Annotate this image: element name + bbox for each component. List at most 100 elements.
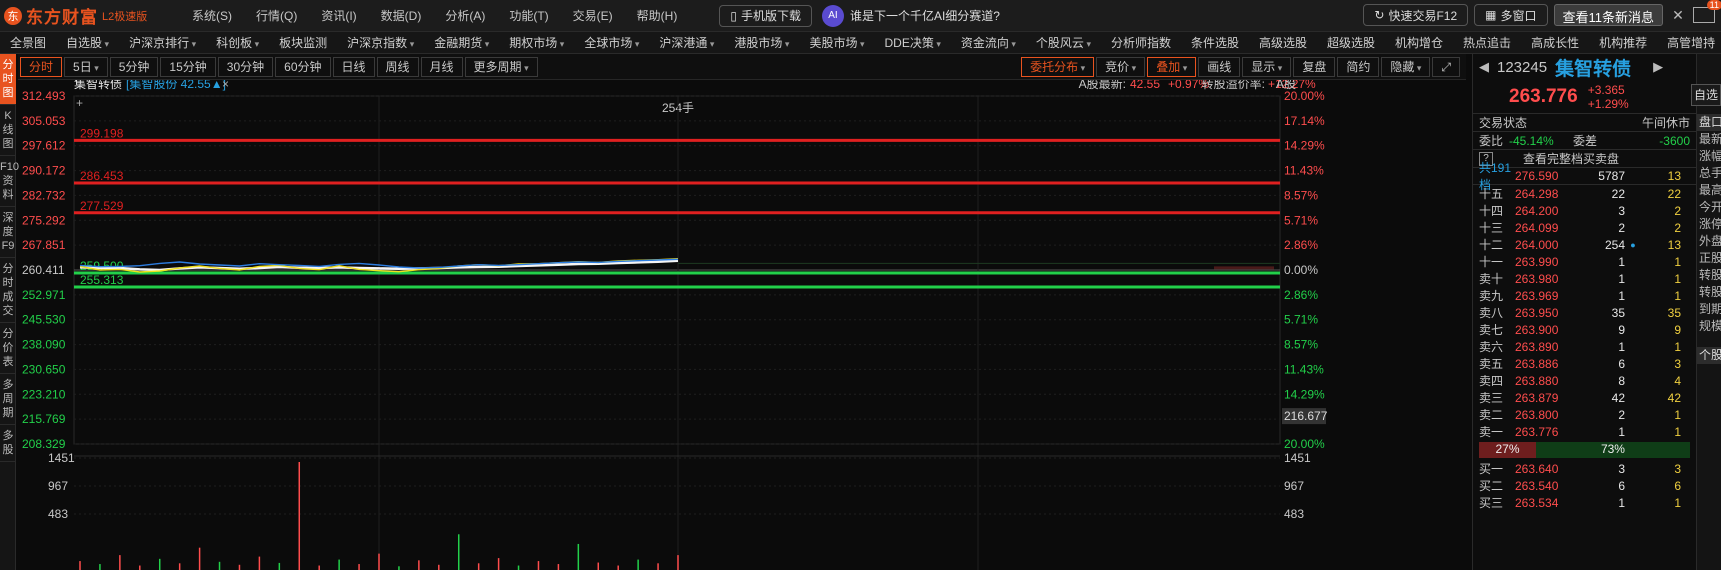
- view-tab-4[interactable]: 分时成交: [0, 258, 16, 323]
- view-tab-5[interactable]: 分价表: [0, 323, 16, 374]
- watchlist-tab[interactable]: 自选: [1691, 84, 1721, 106]
- period-button-2[interactable]: 5分钟: [109, 56, 159, 77]
- menu-item-4[interactable]: 分析(A): [433, 7, 497, 24]
- trade-state-label: 交易状态: [1479, 116, 1528, 130]
- asks-tv: 1: [1674, 271, 1681, 286]
- asks-price: 263.776: [1515, 424, 1559, 439]
- bids-price: 263.540: [1515, 478, 1559, 493]
- multi-window-label: 多窗口: [1500, 8, 1537, 23]
- stock-name: 集智转债: [1555, 58, 1632, 80]
- chart-tool-button-3[interactable]: 画线: [1198, 57, 1241, 77]
- nav-item-18[interactable]: 超级选股: [1317, 34, 1385, 51]
- asks-row-14: 卖一 263.776 1 1: [1473, 423, 1696, 440]
- nav-item-17[interactable]: 高级选股: [1249, 34, 1317, 51]
- menu-item-7[interactable]: 帮助(H): [625, 7, 690, 24]
- period-button-6[interactable]: 日线: [332, 56, 375, 77]
- period-button-7[interactable]: 周线: [376, 56, 419, 77]
- nav-item-9[interactable]: 沪深港通: [649, 34, 724, 51]
- nav-item-20[interactable]: 热点追击: [1453, 34, 1521, 51]
- menu-item-5[interactable]: 功能(T): [497, 7, 560, 24]
- expand-icon[interactable]: ⤢: [1432, 57, 1460, 77]
- chart-tool-button-4[interactable]: 显示: [1242, 57, 1292, 77]
- asks-price: 263.969: [1515, 288, 1559, 303]
- quick-trade-button[interactable]: ↻ 快速交易F12: [1363, 4, 1469, 26]
- a-share-price: 42.55: [1130, 80, 1160, 91]
- close-icon[interactable]: ✕: [1669, 7, 1687, 24]
- total-levels-tv: 13: [1667, 169, 1681, 183]
- nav-item-12[interactable]: DDE决策: [875, 34, 951, 51]
- chart-tool-button-2[interactable]: 叠加: [1147, 57, 1197, 77]
- view-tab-6[interactable]: 多周期: [0, 374, 16, 425]
- nav-item-11[interactable]: 美股市场: [799, 34, 874, 51]
- chart-tool-button-7[interactable]: 隐藏: [1381, 57, 1431, 77]
- prev-stock-icon[interactable]: ◀: [1479, 59, 1489, 75]
- side-panel-bottom-header[interactable]: 个股: [1697, 347, 1721, 364]
- a-share-label: A股最新:: [1079, 80, 1126, 91]
- menu-item-1[interactable]: 行情(Q): [244, 7, 309, 24]
- nav-item-7[interactable]: 期权市场: [499, 34, 574, 51]
- total-levels-row: 共191档 276.590 5787 13: [1473, 161, 1696, 192]
- period-button-9[interactable]: 更多周期: [464, 56, 538, 77]
- period-button-4[interactable]: 30分钟: [217, 56, 274, 77]
- side-panel-header[interactable]: 盘口: [1697, 114, 1721, 131]
- nav-item-16[interactable]: 条件选股: [1181, 34, 1249, 51]
- chart-tool-button-6[interactable]: 简约: [1337, 57, 1380, 77]
- mobile-download-button[interactable]: ▯ 手机版下载: [719, 4, 812, 27]
- nav-item-6[interactable]: 金融期货: [424, 34, 499, 51]
- asks-tv: 1: [1674, 339, 1681, 354]
- next-stock-icon[interactable]: ▶: [1653, 59, 1663, 75]
- side-info-panel: 盘口 最新 涨幅 总手 最高 今开 涨停 外盘 正股 转股 转股 到期 规模 个股: [1696, 54, 1721, 570]
- chart-tool-button-0[interactable]: 委托分布: [1021, 57, 1095, 77]
- period-button-3[interactable]: 15分钟: [160, 56, 216, 77]
- nav-item-3[interactable]: 科创板: [206, 34, 269, 51]
- view-tab-3[interactable]: 深度F9: [0, 207, 16, 258]
- menu-item-0[interactable]: 系统(S): [180, 7, 244, 24]
- bids-tv: 6: [1674, 478, 1681, 493]
- side-panel-item-11: 规模: [1699, 319, 1721, 333]
- nav-item-5[interactable]: 沪深京指数: [337, 34, 424, 51]
- asks-row-3: 十二 264.000 254 ● 13: [1473, 236, 1696, 253]
- nav-item-8[interactable]: 全球市场: [574, 34, 649, 51]
- mail-icon[interactable]: 11: [1693, 0, 1721, 23]
- nav-item-22[interactable]: 机构推荐: [1589, 34, 1657, 51]
- menu-item-3[interactable]: 数据(D): [369, 7, 434, 24]
- crosshair-plus-icon: +: [76, 96, 83, 110]
- nav-item-23[interactable]: 高管增持: [1657, 34, 1721, 51]
- nav-item-14[interactable]: 个股风云: [1026, 34, 1101, 51]
- period-buttons: 分时5日5分钟15分钟30分钟60分钟日线周线月线更多周期: [18, 56, 540, 77]
- quote-panel: ◀ 123245 集智转债 ▶ 263.776 +3.365 +1.29% 交易…: [1472, 54, 1696, 570]
- volume-tick-left: 483: [48, 507, 68, 521]
- intraday-chart[interactable]: 集智转债 [集智股份 42.55▲] × A股最新: 42.55 +0.97% 转股溢价率:…: [18, 80, 1466, 570]
- nav-item-1[interactable]: 自选股: [56, 34, 119, 51]
- chart-tool-button-5[interactable]: 复盘: [1293, 57, 1336, 77]
- nav-item-15[interactable]: 分析师指数: [1101, 34, 1181, 51]
- nav-item-0[interactable]: 全景图: [0, 34, 56, 51]
- nav-item-13[interactable]: 资金流向: [951, 34, 1026, 51]
- side-panel-item-7: 正股: [1699, 251, 1721, 265]
- view-tab-7[interactable]: 多股: [0, 425, 16, 462]
- nav-item-4[interactable]: 板块监测: [269, 34, 337, 51]
- nav-item-2[interactable]: 沪深京排行: [119, 34, 206, 51]
- period-button-8[interactable]: 月线: [420, 56, 463, 77]
- view-tab-1[interactable]: K线图: [0, 105, 16, 156]
- nav-item-10[interactable]: 港股市场: [724, 34, 799, 51]
- nav-item-21[interactable]: 高成长性: [1521, 34, 1589, 51]
- side-panel-item-6: 外盘: [1699, 234, 1721, 248]
- nav-item-19[interactable]: 机构增仓: [1385, 34, 1453, 51]
- promo-banner[interactable]: AI 谁是下一个千亿AI细分赛道?: [821, 4, 1000, 27]
- chart-tool-button-1[interactable]: 竞价: [1096, 57, 1146, 77]
- sell-ratio: 27%: [1479, 442, 1536, 458]
- full-book-link[interactable]: 查看完整档买卖盘: [1523, 150, 1619, 167]
- period-button-1[interactable]: 5日: [64, 56, 108, 77]
- multi-window-button[interactable]: ▦ 多窗口: [1474, 4, 1548, 26]
- view-tab-0[interactable]: 分时图: [0, 54, 16, 105]
- view-tab-2[interactable]: F10资料: [0, 156, 19, 207]
- period-button-0[interactable]: 分时: [20, 56, 63, 77]
- period-button-5[interactable]: 60分钟: [275, 56, 331, 77]
- side-panel-item-10: 到期: [1699, 302, 1721, 316]
- menu-item-6[interactable]: 交易(E): [561, 7, 625, 24]
- chart-canvas[interactable]: 集智转债 [集智股份 42.55▲]× A股最新: 42.55 +0.97%转股溢价率:…: [18, 80, 1466, 570]
- news-button[interactable]: 查看11条新消息: [1553, 4, 1663, 26]
- asks-mark: ●: [1630, 239, 1636, 250]
- menu-item-2[interactable]: 资讯(I): [309, 7, 368, 24]
